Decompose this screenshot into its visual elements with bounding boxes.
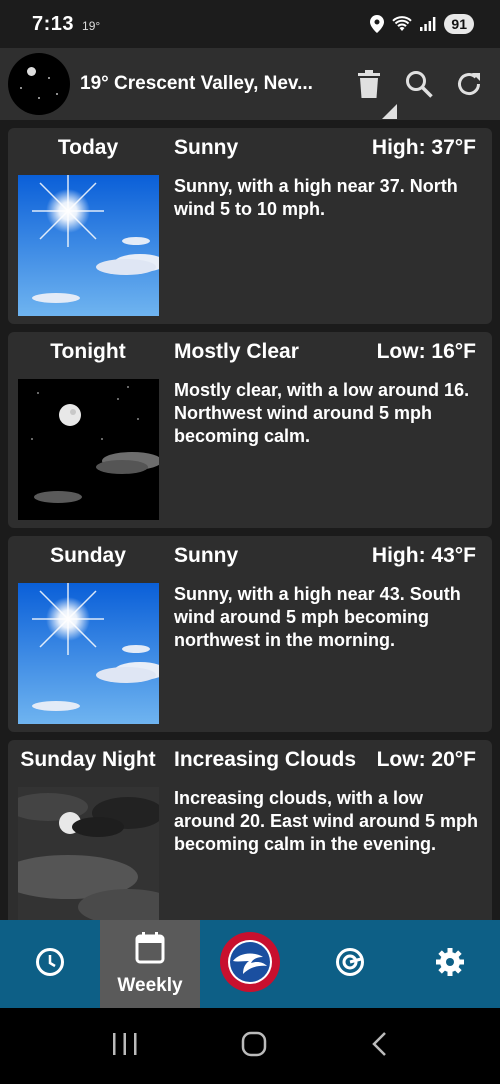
forecast-card[interactable]: Today Sunny High: 37°F Sunny, with a hig… <box>8 128 492 324</box>
forecast-period: Sunday Night <box>20 748 156 771</box>
forecast-short: Sunny <box>174 136 239 159</box>
status-temperature: 19° <box>82 18 101 33</box>
back-icon[interactable] <box>370 1031 388 1062</box>
refresh-icon[interactable] <box>454 69 484 99</box>
trash-icon[interactable] <box>354 69 384 99</box>
forecast-temp: High: 37°F <box>371 136 476 159</box>
forecast-short: Mostly Clear <box>174 340 299 363</box>
sunny-icon <box>18 583 159 724</box>
forecast-detail: Sunny, with a high near 43. South wind a… <box>174 584 461 650</box>
status-bar: 7:13 19° 91 <box>0 0 500 48</box>
current-conditions-icon[interactable] <box>8 53 70 115</box>
forecast-period: Tonight <box>50 340 126 363</box>
forecast-period: Today <box>57 136 119 159</box>
forecast-temp: Low: 16°F <box>376 340 476 363</box>
status-time: 7:13 <box>32 12 75 35</box>
sunny-icon <box>18 175 159 316</box>
bottom-navigation: Weekly <box>0 920 500 1008</box>
battery-indicator: 91 <box>444 14 474 34</box>
home-icon[interactable] <box>241 1031 267 1062</box>
tab-weekly-label: Weekly <box>117 974 183 996</box>
forecast-card[interactable]: Sunday Night Increasing Clouds Low: 20°F… <box>8 740 492 920</box>
nws-logo <box>219 931 281 998</box>
signal-icon <box>420 17 436 31</box>
system-navigation <box>0 1008 500 1084</box>
forecast-short: Sunny <box>174 544 239 567</box>
location-title[interactable]: 19° Crescent Valley, Nev... <box>80 73 313 95</box>
search-icon[interactable] <box>404 69 434 99</box>
app-header: 19° Crescent Valley, Nev... <box>0 48 500 120</box>
forecast-period: Sunday <box>50 544 126 567</box>
forecast-list[interactable]: Today Sunny High: 37°F Sunny, with a hig… <box>0 120 500 920</box>
wifi-icon <box>392 16 413 32</box>
gear-icon <box>435 947 465 982</box>
forecast-temp: High: 43°F <box>371 544 476 567</box>
overflow-indicator <box>382 104 397 119</box>
radar-icon <box>335 947 365 982</box>
tab-radar[interactable] <box>300 920 400 1008</box>
calendar-icon <box>135 931 165 969</box>
tab-hourly[interactable] <box>0 920 100 1008</box>
tab-nws[interactable] <box>200 920 300 1008</box>
forecast-short: Increasing Clouds <box>174 748 357 771</box>
forecast-detail: Increasing clouds, with a low around 20.… <box>174 788 479 854</box>
forecast-temp: Low: 20°F <box>376 748 476 771</box>
tab-weekly[interactable]: Weekly <box>100 920 200 1008</box>
forecast-detail: Sunny, with a high near 37. North wind 5… <box>174 176 458 219</box>
night-clear-icon <box>18 379 159 520</box>
forecast-detail: Mostly clear, with a low around 16. Nort… <box>174 380 470 446</box>
clock-icon <box>35 947 65 982</box>
forecast-card[interactable]: Tonight Mostly Clear Low: 16°F Mostly cl… <box>8 332 492 528</box>
night-cloudy-icon <box>18 787 159 920</box>
tab-settings[interactable] <box>400 920 500 1008</box>
forecast-card[interactable]: Sunday Sunny High: 43°F Sunny, with a hi… <box>8 536 492 732</box>
recents-icon[interactable] <box>112 1032 138 1061</box>
location-icon <box>370 15 385 33</box>
